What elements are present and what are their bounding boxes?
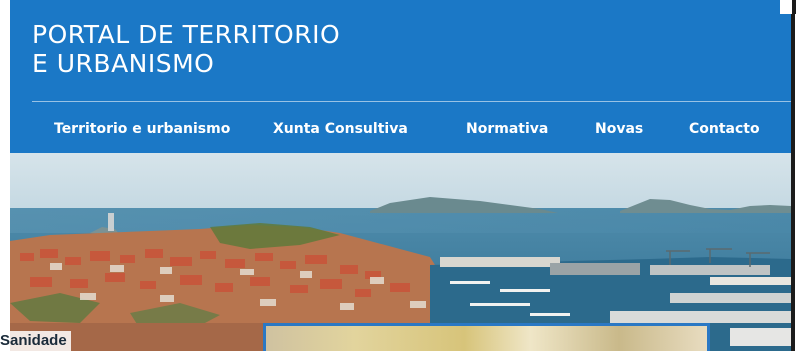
site-title-line-2: E URBANISMO <box>32 49 215 78</box>
site-title[interactable]: PORTAL DE TERRITORIO E URBANISMO <box>32 20 340 78</box>
nav-item-normativa[interactable]: Normativa <box>466 119 548 139</box>
news-card-image[interactable] <box>263 323 710 351</box>
hero-banner-image <box>10 153 791 351</box>
nav-item-novas[interactable]: Novas <box>595 119 643 139</box>
nav-item-xunta-consultiva[interactable]: Xunta Consultiva <box>273 119 408 139</box>
site-title-line-1: PORTAL DE TERRITORIO <box>32 20 341 49</box>
coastal-city-illustration <box>10 153 791 351</box>
main-navigation: Territorio e urbanismo Xunta Consultiva … <box>0 119 791 141</box>
header-divider <box>32 101 791 102</box>
corner-tab <box>780 0 796 14</box>
right-margin <box>795 14 803 351</box>
nav-item-territorio-e-urbanismo[interactable]: Territorio e urbanismo <box>54 119 230 139</box>
left-margin <box>0 0 10 351</box>
section-heading-sanidade: Sanidade <box>0 331 71 351</box>
nav-item-contacto[interactable]: Contacto <box>689 119 760 139</box>
